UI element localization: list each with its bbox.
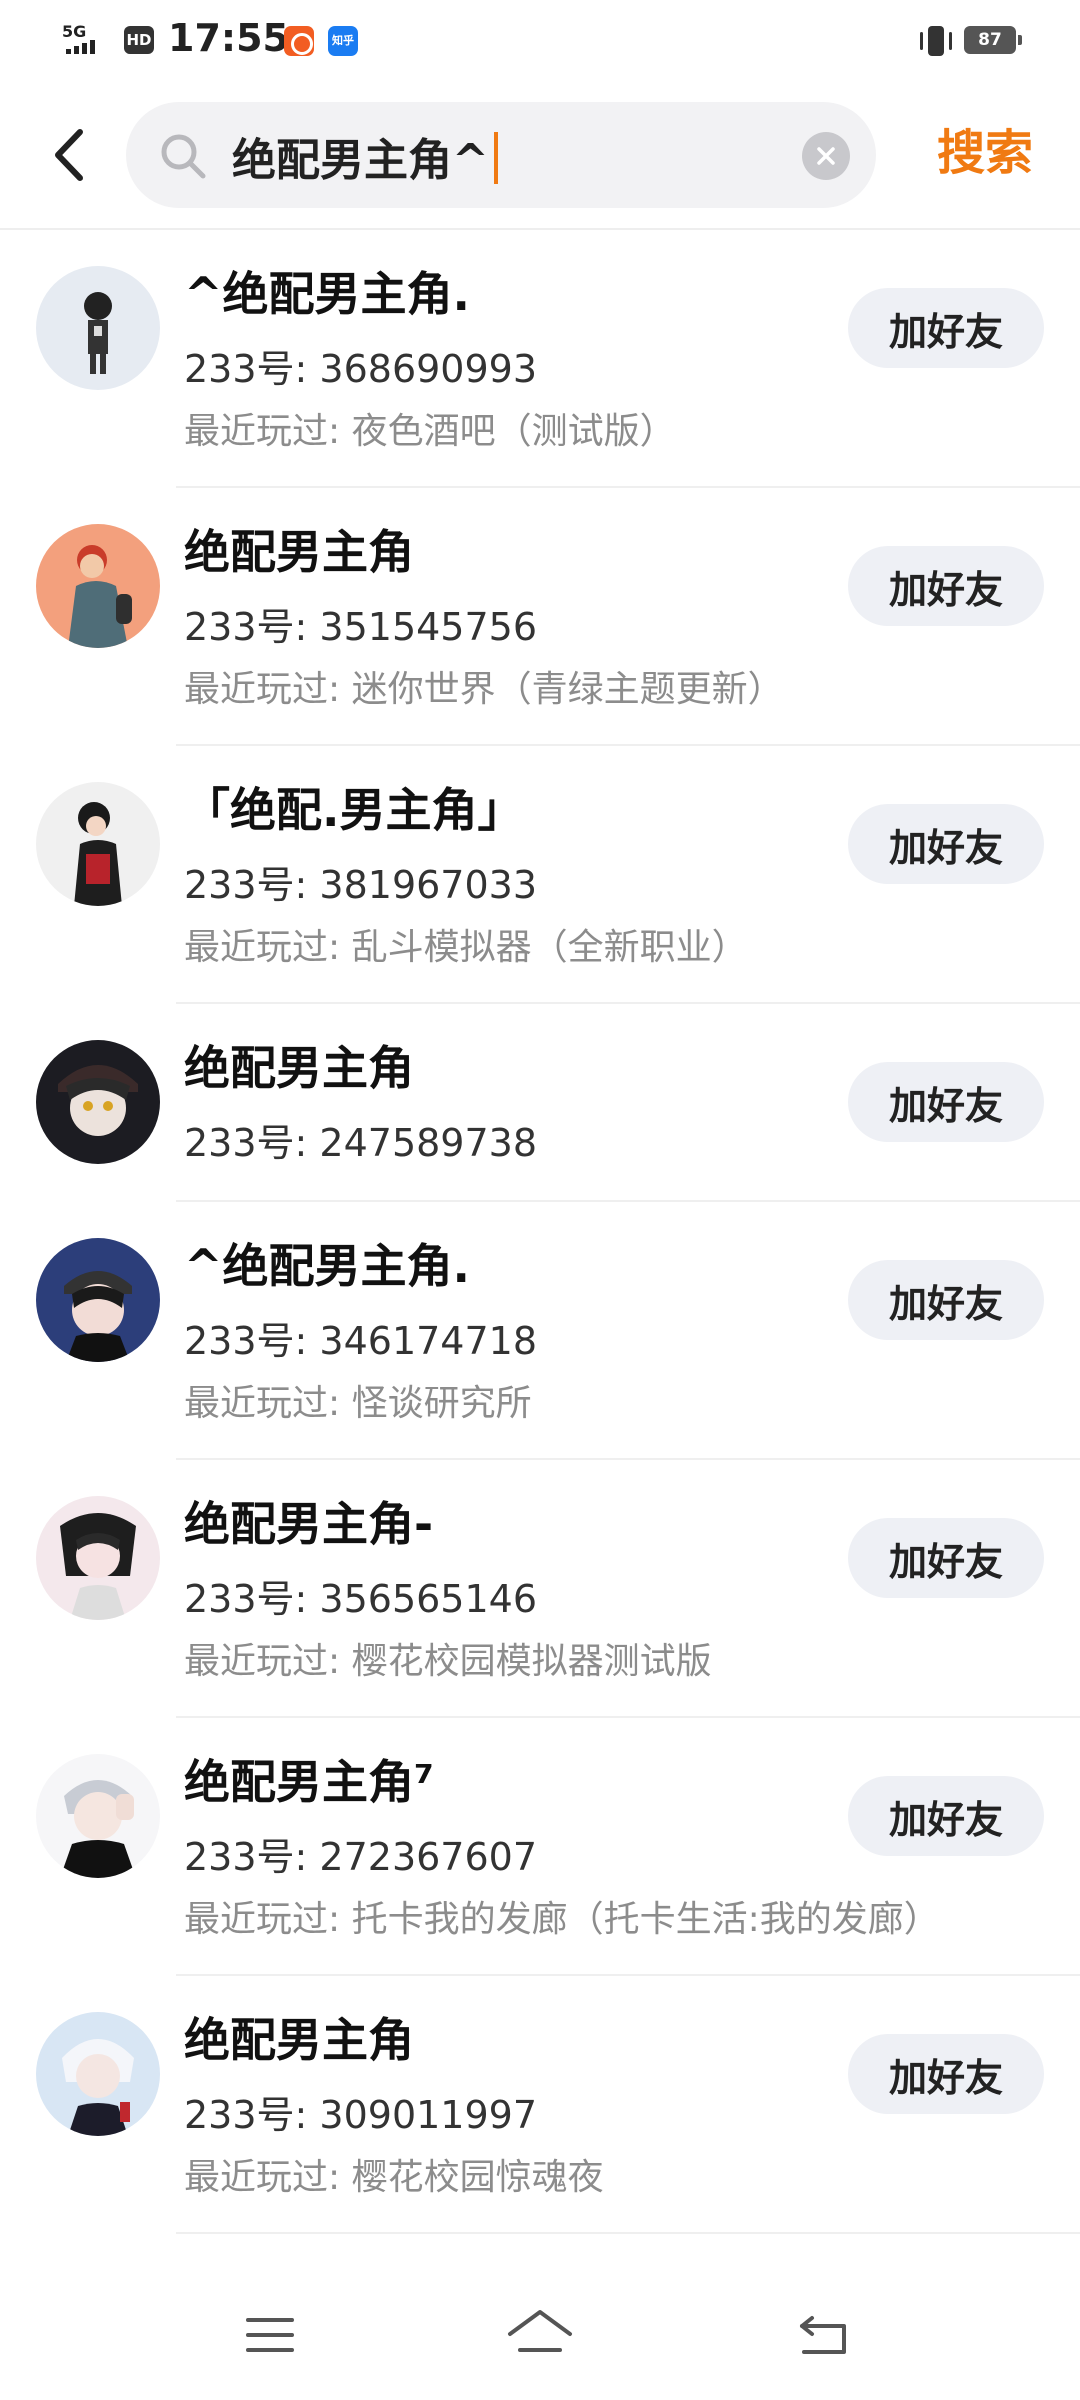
- vibrate-icon: [918, 24, 954, 58]
- divider: [176, 2232, 1080, 2234]
- home-icon: [508, 2310, 572, 2352]
- list-item[interactable]: 绝配男主角 233号: 351545756 最近玩过: 迷你世界（青绿主题更新）…: [0, 488, 1080, 746]
- avatar[interactable]: [36, 524, 160, 648]
- add-friend-button[interactable]: 加好友: [848, 804, 1044, 884]
- clock: 17:55: [168, 16, 289, 60]
- recently-played: 最近玩过: 迷你世界（青绿主题更新）: [184, 669, 784, 710]
- user-name: 绝配男主角: [184, 525, 414, 579]
- user-id: 233号: 351545756: [184, 605, 538, 649]
- hd-icon: HD: [124, 26, 154, 54]
- back-button[interactable]: [40, 120, 100, 190]
- user-name: 绝配男主角: [184, 1041, 414, 1095]
- list-item[interactable]: 绝配男主角 233号: 309011997 最近玩过: 樱花校园惊魂夜 加好友: [0, 1976, 1080, 2234]
- results-list: ^绝配男主角. 233号: 368690993 最近玩过: 夜色酒吧（测试版） …: [0, 230, 1080, 2234]
- user-id: 233号: 356565146: [184, 1577, 538, 1621]
- battery-icon: 87: [964, 26, 1022, 54]
- user-id: 233号: 247589738: [184, 1121, 538, 1165]
- recently-played: 最近玩过: 夜色酒吧（测试版）: [184, 411, 676, 452]
- user-id: 233号: 272367607: [184, 1835, 538, 1879]
- list-item[interactable]: 绝配男主角⁷ 233号: 272367607 最近玩过: 托卡我的发廊（托卡生活…: [0, 1718, 1080, 1976]
- list-item[interactable]: ^绝配男主角. 233号: 368690993 最近玩过: 夜色酒吧（测试版） …: [0, 230, 1080, 488]
- signal-icon: 5G: [62, 22, 110, 58]
- avatar[interactable]: [36, 266, 160, 390]
- add-friend-button[interactable]: 加好友: [848, 546, 1044, 626]
- recently-played: 最近玩过: 怪谈研究所: [184, 1383, 532, 1424]
- recently-played: 最近玩过: 乱斗模拟器（全新职业）: [184, 927, 748, 968]
- list-item[interactable]: 绝配男主角- 233号: 356565146 最近玩过: 樱花校园模拟器测试版 …: [0, 1460, 1080, 1718]
- avatar[interactable]: [36, 1496, 160, 1620]
- add-friend-button[interactable]: 加好友: [848, 1062, 1044, 1142]
- list-item[interactable]: 绝配男主角 233号: 247589738 加好友: [0, 1004, 1080, 1202]
- user-name: ^绝配男主角.: [184, 1239, 471, 1293]
- system-nav-bar: [0, 2276, 1080, 2400]
- menu-icon: [246, 2318, 294, 2352]
- list-item[interactable]: 「绝配.男主角」 233号: 381967033 最近玩过: 乱斗模拟器（全新职…: [0, 746, 1080, 1004]
- user-id: 233号: 309011997: [184, 2093, 538, 2137]
- avatar[interactable]: [36, 1040, 160, 1164]
- user-name: 绝配男主角: [184, 2013, 414, 2067]
- back-icon: [800, 2316, 846, 2354]
- search-icon: [161, 134, 206, 179]
- network-type: 5G: [62, 22, 87, 41]
- add-friend-button[interactable]: 加好友: [848, 288, 1044, 368]
- list-item[interactable]: ^绝配男主角. 233号: 346174718 最近玩过: 怪谈研究所 加好友: [0, 1202, 1080, 1460]
- user-id: 233号: 368690993: [184, 347, 538, 391]
- user-name: 「绝配.男主角」: [184, 783, 524, 837]
- app-notification-icon: [284, 26, 314, 56]
- avatar[interactable]: [36, 782, 160, 906]
- user-name: 绝配男主角⁷: [184, 1755, 435, 1809]
- zhihu-notification-icon: 知乎: [328, 26, 358, 56]
- add-friend-button[interactable]: 加好友: [848, 1260, 1044, 1340]
- clear-icon: [817, 147, 835, 165]
- add-friend-button[interactable]: 加好友: [848, 2034, 1044, 2114]
- user-name: ^绝配男主角.: [184, 267, 471, 321]
- add-friend-button[interactable]: 加好友: [848, 1776, 1044, 1856]
- back-arrow-icon: [55, 129, 83, 181]
- text-caret: [494, 132, 498, 184]
- menu-button[interactable]: [230, 2300, 310, 2370]
- avatar[interactable]: [36, 1238, 160, 1362]
- search-box[interactable]: [126, 102, 876, 208]
- clear-button[interactable]: [802, 132, 850, 180]
- avatar[interactable]: [36, 1754, 160, 1878]
- search-button[interactable]: 搜索: [920, 118, 1050, 188]
- system-back-button[interactable]: [784, 2300, 864, 2370]
- recently-played: 最近玩过: 托卡我的发廊（托卡生活:我的发廊）: [184, 1899, 940, 1940]
- search-input[interactable]: [232, 126, 772, 186]
- avatar[interactable]: [36, 2012, 160, 2136]
- user-id: 233号: 381967033: [184, 863, 538, 907]
- recently-played: 最近玩过: 樱花校园惊魂夜: [184, 2157, 604, 2198]
- home-button[interactable]: [500, 2300, 580, 2370]
- add-friend-button[interactable]: 加好友: [848, 1518, 1044, 1598]
- user-name: 绝配男主角-: [184, 1497, 434, 1551]
- status-bar: 5G HD 17:55 知乎 87: [0, 0, 1080, 80]
- user-id: 233号: 346174718: [184, 1319, 538, 1363]
- search-header: 搜索: [0, 90, 1080, 220]
- recently-played: 最近玩过: 樱花校园模拟器测试版: [184, 1641, 712, 1682]
